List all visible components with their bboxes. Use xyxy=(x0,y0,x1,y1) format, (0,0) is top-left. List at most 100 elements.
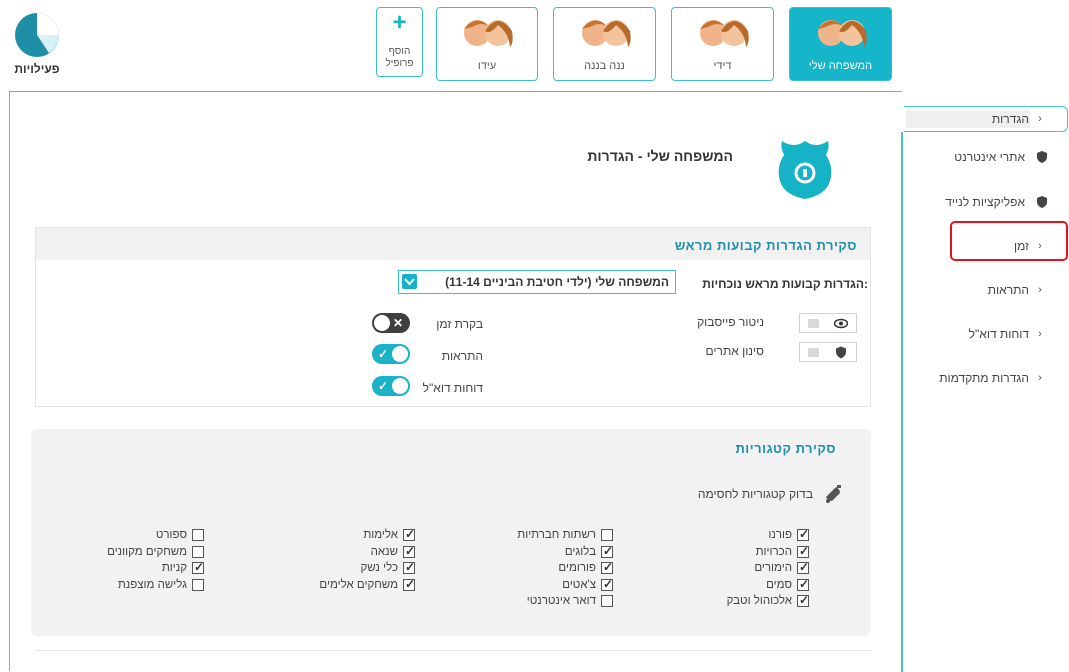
chevron-icon: › xyxy=(1038,284,1042,296)
add-profile-label-2: פרופיל xyxy=(385,58,414,69)
category-checkbox[interactable] xyxy=(192,529,204,541)
chevron-icon: › xyxy=(1038,113,1042,125)
category-checkbox[interactable] xyxy=(403,544,415,558)
category-checkbox[interactable] xyxy=(601,595,613,607)
category-item[interactable]: גלישה מוצפנת xyxy=(118,577,204,593)
sidebar-item-websites[interactable]: אתרי אינטרנט xyxy=(889,145,1049,169)
category-label: משחקים מקוונים xyxy=(107,545,187,558)
category-checkbox[interactable] xyxy=(192,560,204,574)
sidebar-item-label: התראות xyxy=(987,283,1029,297)
add-profile-button[interactable]: + הוסף פרופיל xyxy=(376,7,423,77)
category-label: דואר אינטרנטי xyxy=(526,595,596,607)
sidebar-item-label: הגדרות xyxy=(991,112,1029,126)
category-item[interactable]: פורנו xyxy=(768,527,809,543)
category-checkbox[interactable] xyxy=(403,527,415,541)
check-icon: ✓ xyxy=(378,347,389,361)
category-label: הימורים xyxy=(754,562,792,574)
category-label: פורנו xyxy=(768,529,792,541)
category-checkbox[interactable] xyxy=(601,529,613,541)
profile-avatar-icon xyxy=(464,20,513,47)
category-label: רשתות חברתיות xyxy=(517,529,596,541)
category-label: כלי נשק xyxy=(360,562,398,574)
profile-avatar-icon xyxy=(817,20,867,47)
chevron-icon: › xyxy=(1038,328,1042,340)
category-item[interactable]: כלי נשק xyxy=(360,560,415,576)
category-item[interactable]: הימורים xyxy=(754,560,809,576)
category-item[interactable]: פורומים xyxy=(558,560,613,576)
sidebar-item-alerts[interactable]: › התראות xyxy=(889,278,1049,302)
category-label: הכרויות xyxy=(755,545,792,558)
alerts-switch[interactable]: ✓ xyxy=(372,344,410,364)
preset-select-value: המשפחה שלי (ילדי חטיבת הביניים 11-14) xyxy=(445,275,669,289)
category-checkbox[interactable] xyxy=(797,593,809,607)
eye-icon xyxy=(834,318,848,329)
category-checkbox[interactable] xyxy=(192,545,204,558)
profile-tab-ido[interactable]: עידו xyxy=(436,7,538,81)
sidebar-item-advanced[interactable]: › הגדרות מתקדמות xyxy=(889,366,1049,390)
time-control-label: בקרת זמן xyxy=(436,317,483,331)
category-checkbox[interactable] xyxy=(192,578,204,591)
category-checkbox[interactable] xyxy=(601,560,613,574)
category-item[interactable]: אלימות xyxy=(363,527,415,543)
category-item[interactable]: צ'אטים xyxy=(562,577,613,593)
app-logo xyxy=(14,12,60,58)
sidebar-item-email-reports[interactable]: › דוחות דוא"ל xyxy=(889,322,1049,346)
profile-tab-label: דידי xyxy=(713,60,732,72)
category-label: משחקים אלימים xyxy=(319,578,398,591)
sidebar-item-label: הגדרות מתקדמות xyxy=(939,371,1029,385)
sidebar-item-mobile-apps[interactable]: אפליקציות לנייד xyxy=(889,190,1049,214)
sidebar-item-label: אפליקציות לנייד xyxy=(945,195,1025,209)
category-checkbox[interactable] xyxy=(601,577,613,591)
category-label: שנאה xyxy=(370,545,398,558)
category-item[interactable]: דואר אינטרנטי xyxy=(527,593,613,609)
chevron-down-icon xyxy=(402,274,417,289)
close-icon: ✕ xyxy=(392,316,403,330)
sidebar-item-settings[interactable]: › הגדרות xyxy=(889,107,1049,131)
category-checkbox[interactable] xyxy=(403,560,415,574)
profile-avatar-icon xyxy=(699,20,749,47)
sidebar-item-label: דוחות דוא"ל xyxy=(968,327,1029,341)
category-item[interactable]: ספורט xyxy=(156,527,204,543)
profile-tab-nana[interactable]: ננה בננה xyxy=(553,7,656,81)
category-item[interactable]: שנאה xyxy=(371,544,415,560)
category-checkbox[interactable] xyxy=(601,544,613,558)
category-item[interactable]: רשתות חברתיות xyxy=(517,527,613,543)
category-label: בלוגים xyxy=(564,545,596,558)
profile-tab-label: עידו xyxy=(477,60,497,72)
sidebar-item-label: אתרי אינטרנט xyxy=(954,150,1025,164)
profile-tab-my-family[interactable]: המשפחה שלי xyxy=(789,7,892,81)
email-reports-switch[interactable]: ✓ xyxy=(372,376,410,396)
preset-select[interactable]: המשפחה שלי (ילדי חטיבת הביניים 11-14) xyxy=(398,270,676,294)
shield-icon xyxy=(778,141,832,199)
divider xyxy=(35,650,871,651)
category-item[interactable]: סמים xyxy=(766,577,809,593)
category-item[interactable]: משחקים מקוונים xyxy=(107,544,204,560)
category-item[interactable]: אלכוהול וטבק xyxy=(727,593,809,609)
check-categories-row: בדוק קטגוריות לחסימה xyxy=(698,484,843,504)
page-title: המשפחה שלי - הגדרות xyxy=(587,148,733,164)
check-icon: ✓ xyxy=(378,379,389,393)
category-checkbox[interactable] xyxy=(797,577,809,591)
alerts-label: התראות xyxy=(441,349,483,363)
add-profile-label-1: הוסף xyxy=(388,46,411,57)
category-item[interactable]: קניות xyxy=(162,560,204,576)
category-checkbox[interactable] xyxy=(797,527,809,541)
categories-title: סקירת קטגוריות xyxy=(735,441,836,456)
shield-icon xyxy=(1037,196,1047,208)
category-checkbox[interactable] xyxy=(403,577,415,591)
category-item[interactable]: בלוגים xyxy=(565,544,613,560)
facebook-monitor-toggle[interactable] xyxy=(799,313,857,333)
shield-icon xyxy=(836,346,846,359)
app-title: פעילויות xyxy=(14,62,60,76)
profile-tab-didi[interactable]: דידי xyxy=(671,7,774,81)
category-checkbox[interactable] xyxy=(797,544,809,558)
category-checkbox[interactable] xyxy=(797,560,809,574)
category-item[interactable]: הכרויות xyxy=(756,544,809,560)
site-filter-toggle[interactable] xyxy=(799,342,857,362)
category-label: אלכוהול וטבק xyxy=(726,595,792,607)
category-label: פורומים xyxy=(558,562,596,574)
profile-avatar-icon xyxy=(581,20,631,47)
category-item[interactable]: משחקים אלימים xyxy=(319,577,415,593)
chevron-icon: › xyxy=(1038,372,1042,384)
time-control-switch[interactable]: ✕ xyxy=(372,313,410,333)
